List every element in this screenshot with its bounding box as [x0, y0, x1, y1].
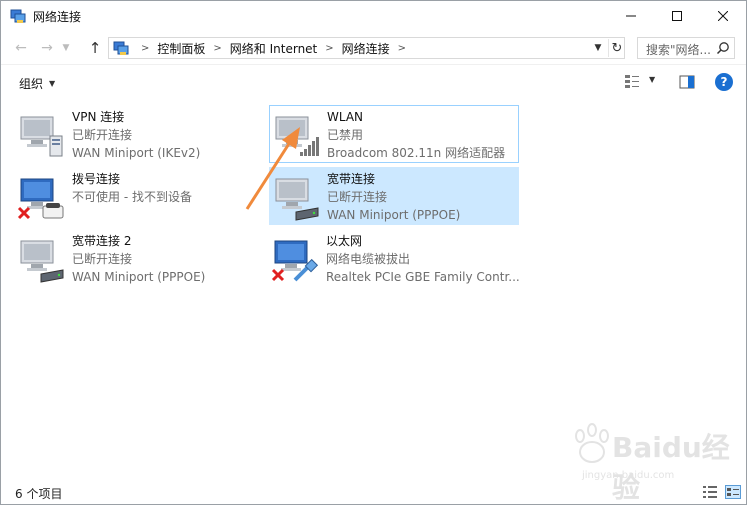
- list-item-wlan[interactable]: WLAN 已禁用 Broadcom 802.11n 网络适配器: [269, 105, 519, 163]
- organize-button[interactable]: 组织 ▼: [19, 75, 55, 92]
- connection-device: Realtek PCIe GBE Family Contr...: [326, 270, 520, 284]
- arrow-left-icon: ←: [15, 40, 27, 56]
- baidu-watermark: Baidu经验 jingyan.baidu.com: [572, 418, 742, 504]
- connection-status: 已断开连接: [72, 128, 133, 142]
- connection-name: VPN 连接: [72, 110, 125, 124]
- chevron-down-icon: ▼: [49, 79, 56, 88]
- watermark-url: jingyan.baidu.com: [582, 470, 675, 481]
- broadband-connection-icon: [20, 240, 64, 283]
- help-icon: ?: [720, 75, 728, 89]
- list-item-ethernet[interactable]: 以太网 网络电缆被拔出 Realtek PCIe GBE Family Cont…: [269, 230, 520, 288]
- connection-status: 已禁用: [327, 128, 364, 142]
- list-item-broadband[interactable]: 宽带连接 已断开连接 WAN Miniport (PPPOE): [269, 167, 519, 225]
- connection-status: 不可使用 - 找不到设备: [72, 190, 192, 204]
- change-view-icon[interactable]: [624, 74, 640, 90]
- title-bar[interactable]: 网络连接: [1, 1, 746, 31]
- help-button[interactable]: ?: [715, 73, 733, 91]
- breadcrumb-separator-icon[interactable]: >: [325, 43, 333, 54]
- chevron-down-icon: ▼: [594, 43, 602, 53]
- address-bar[interactable]: > 控制面板 > 网络和 Internet > 网络连接 > ▼ ↻: [108, 37, 625, 59]
- close-icon: [718, 11, 728, 21]
- connection-device: WAN Miniport (IKEv2): [72, 146, 201, 160]
- address-dropdown-button[interactable]: ▼: [591, 40, 605, 56]
- refresh-icon: ↻: [611, 40, 623, 56]
- breadcrumb-network-connections[interactable]: 网络连接: [342, 40, 390, 57]
- dialup-connection-icon: [17, 178, 64, 220]
- vpn-connection-icon: [20, 116, 63, 157]
- watermark-text: Baidu经验: [612, 431, 730, 504]
- breadcrumb-control-panel[interactable]: 控制面板: [157, 40, 205, 57]
- breadcrumb-separator-icon[interactable]: >: [213, 43, 221, 54]
- minimize-icon: [626, 15, 636, 17]
- search-icon: [716, 42, 729, 55]
- connection-name: 拨号连接: [72, 172, 121, 186]
- list-item-dialup[interactable]: 拨号连接 不可使用 - 找不到设备: [15, 168, 265, 226]
- command-bar: 组织 ▼ ▼ ?: [1, 64, 746, 99]
- connection-status: 已断开连接: [72, 252, 133, 266]
- list-item-vpn[interactable]: VPN 连接 已断开连接 WAN Miniport (IKEv2): [15, 106, 265, 164]
- search-placeholder: 搜索"网络...: [646, 43, 711, 57]
- item-count: 6 个项目: [15, 487, 63, 501]
- window-title: 网络连接: [33, 10, 82, 24]
- up-button[interactable]: ↑: [85, 38, 105, 58]
- recent-locations-button[interactable]: ▼: [59, 38, 73, 58]
- connection-device: WAN Miniport (PPPOE): [72, 270, 206, 284]
- connection-status: 已断开连接: [327, 190, 388, 204]
- view-options-dropdown[interactable]: ▼: [649, 75, 655, 84]
- connection-name: 宽带连接: [327, 172, 376, 186]
- chevron-down-icon: ▼: [62, 43, 70, 53]
- organize-label: 组织: [19, 77, 44, 91]
- refresh-button[interactable]: ↻: [608, 39, 625, 57]
- search-input[interactable]: 搜索"网络...: [637, 37, 735, 59]
- connection-name: 宽带连接 2: [72, 234, 132, 248]
- breadcrumb-separator-icon[interactable]: >: [141, 43, 149, 54]
- connection-status: 网络电缆被拔出: [326, 252, 411, 266]
- arrow-up-icon: ↑: [88, 39, 102, 57]
- broadband-connection-icon: [275, 178, 319, 221]
- maximize-button[interactable]: [654, 1, 700, 31]
- connection-device: Broadcom 802.11n 网络适配器: [327, 146, 506, 160]
- breadcrumb-separator-icon[interactable]: >: [398, 43, 406, 54]
- forward-button[interactable]: →: [37, 38, 57, 58]
- connection-name: 以太网: [326, 234, 363, 248]
- ethernet-connection-icon: [271, 240, 319, 282]
- breadcrumb-network-internet[interactable]: 网络和 Internet: [230, 40, 317, 57]
- maximize-icon: [672, 11, 682, 21]
- breadcrumb: > 控制面板 > 网络和 Internet > 网络连接 >: [133, 38, 414, 58]
- wlan-connection-icon: [275, 116, 319, 156]
- paw-logo-icon: [575, 423, 609, 463]
- network-folder-icon: [10, 9, 26, 23]
- minimize-button[interactable]: [608, 1, 654, 31]
- arrow-right-icon: →: [41, 40, 53, 56]
- preview-pane-icon[interactable]: [679, 74, 695, 90]
- connection-name: WLAN: [327, 110, 364, 124]
- list-item-broadband-2[interactable]: 宽带连接 2 已断开连接 WAN Miniport (PPPOE): [15, 230, 265, 288]
- navigation-bar: ← → ▼ ↑ > 控制面板 > 网络和 Internet > 网络连接 > ▼…: [1, 32, 746, 64]
- close-button[interactable]: [700, 1, 746, 31]
- control-panel-icon: [113, 41, 129, 55]
- connection-device: WAN Miniport (PPPOE): [327, 208, 461, 222]
- back-button[interactable]: ←: [11, 38, 31, 58]
